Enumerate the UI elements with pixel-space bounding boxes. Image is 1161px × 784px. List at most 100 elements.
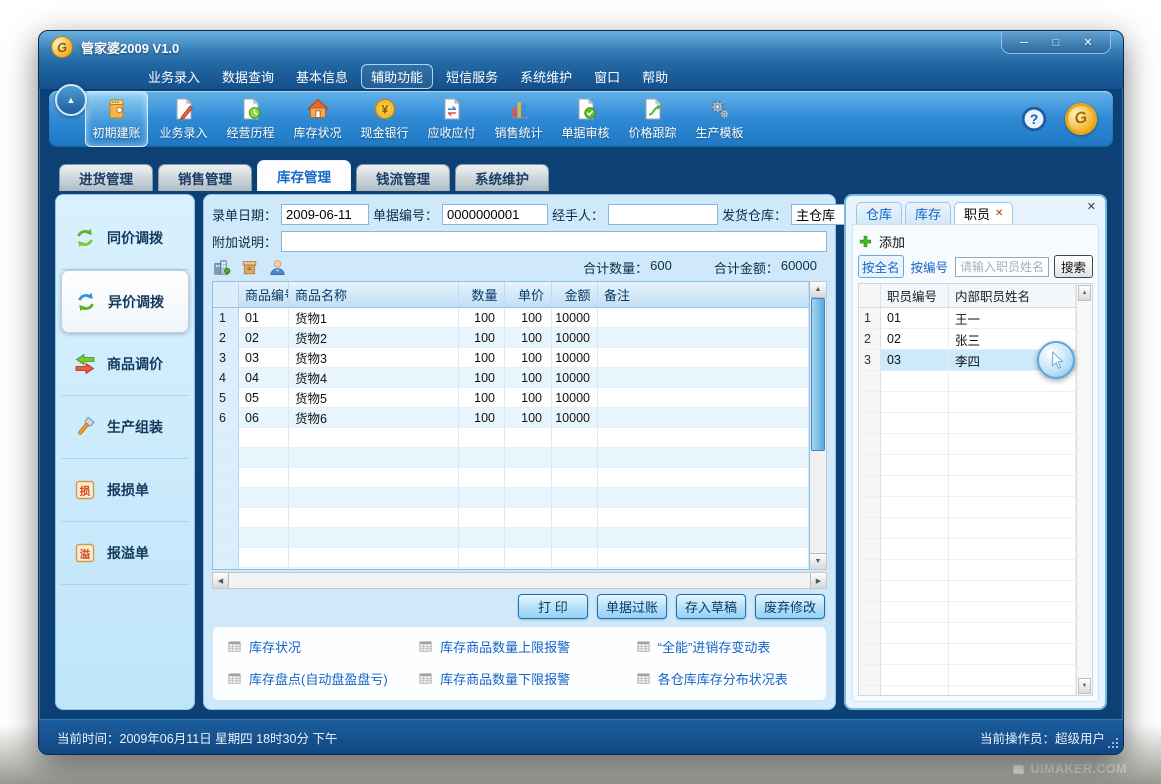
menu-item-7[interactable]: 帮助	[633, 65, 677, 88]
scroll-left-button[interactable]: ◀	[213, 573, 229, 588]
scroll-right-button[interactable]: ▶	[810, 573, 826, 588]
tab-close-icon[interactable]: ✕	[995, 208, 1003, 219]
add-row[interactable]: 添加	[858, 229, 1093, 253]
scroll-thumb[interactable]	[811, 298, 825, 451]
table-row-empty[interactable]	[213, 568, 809, 569]
staff-row-empty[interactable]	[859, 560, 1076, 581]
report-link-2[interactable]: “全能”进销存变动表	[636, 637, 812, 656]
table-row-empty[interactable]	[213, 448, 809, 468]
items-vertical-scrollbar[interactable]: ▲ ▼	[810, 281, 827, 570]
toolbar-button-3[interactable]: 库存状况	[286, 91, 349, 147]
toolbar-button-1[interactable]: 业务录入	[152, 91, 215, 147]
toolbar-button-7[interactable]: 单据审核	[554, 91, 617, 147]
panel-close-icon[interactable]: ✕	[1087, 200, 1096, 213]
scroll-track[interactable]	[810, 298, 826, 553]
note-input[interactable]	[281, 231, 827, 252]
module-tab-3[interactable]: 钱流管理	[356, 164, 450, 191]
table-row[interactable]: 101货物110010010000	[213, 308, 809, 328]
save-draft-button[interactable]: 存入草稿	[676, 594, 746, 619]
staff-row-empty[interactable]	[859, 665, 1076, 686]
toolbar-button-4[interactable]: 现金银行	[353, 91, 416, 147]
voucher-no-input[interactable]	[442, 204, 548, 225]
collapse-toolbar-button[interactable]: ▲	[55, 84, 87, 116]
staff-row-empty[interactable]	[859, 497, 1076, 518]
lookup-tab-1[interactable]: 库存	[905, 202, 951, 224]
table-row-empty[interactable]	[213, 488, 809, 508]
menu-item-4[interactable]: 短信服务	[437, 65, 507, 88]
menu-item-6[interactable]: 窗口	[585, 65, 629, 88]
menu-item-0[interactable]: 业务录入	[139, 65, 209, 88]
scroll-down-button[interactable]: ▼	[810, 553, 826, 569]
staff-row-empty[interactable]	[859, 476, 1076, 497]
close-button[interactable]: ✕	[1078, 36, 1098, 49]
date-input[interactable]	[281, 204, 369, 225]
warehouse-lookup-icon[interactable]	[212, 258, 231, 277]
report-link-3[interactable]: 库存盘点(自动盘盈盘亏)	[227, 669, 412, 688]
toolbar-button-2[interactable]: 经营历程	[219, 91, 282, 147]
scroll-up-button[interactable]: ▲	[810, 282, 826, 298]
staff-row-empty[interactable]	[859, 644, 1076, 665]
report-link-4[interactable]: 库存商品数量下限报警	[418, 669, 630, 688]
table-row-empty[interactable]	[213, 528, 809, 548]
filter-by-code[interactable]: 按编号	[909, 256, 951, 277]
table-row[interactable]: 404货物410010010000	[213, 368, 809, 388]
sidebar-item-0[interactable]: 同价调拨	[61, 207, 189, 270]
maximize-button[interactable]: □	[1046, 37, 1066, 49]
print-button[interactable]: 打 印	[518, 594, 588, 619]
toolbar-button-6[interactable]: 销售统计	[487, 91, 550, 147]
toolbar-button-9[interactable]: 生产模板	[688, 91, 751, 147]
staff-row[interactable]: 101王一	[859, 308, 1076, 329]
module-tab-0[interactable]: 进货管理	[59, 164, 153, 191]
toolbar-button-8[interactable]: 价格跟踪	[621, 91, 684, 147]
staff-row-empty[interactable]	[859, 434, 1076, 455]
filter-by-name[interactable]: 按全名	[858, 255, 904, 278]
report-link-1[interactable]: 库存商品数量上限报警	[418, 637, 630, 656]
table-row[interactable]: 606货物610010010000	[213, 408, 809, 428]
staff-row-empty[interactable]	[859, 392, 1076, 413]
sidebar-item-5[interactable]: 报溢单	[61, 522, 189, 585]
menu-item-3[interactable]: 辅助功能	[361, 64, 433, 89]
table-row[interactable]: 202货物210010010000	[213, 328, 809, 348]
staff-row-empty[interactable]	[859, 602, 1076, 623]
sidebar-item-4[interactable]: 报损单	[61, 459, 189, 522]
staff-row-empty[interactable]	[859, 413, 1076, 434]
staff-row-empty[interactable]	[859, 623, 1076, 644]
toolbar-button-5[interactable]: 应收应付	[420, 91, 483, 147]
sidebar-item-2[interactable]: 商品调价	[61, 333, 189, 396]
discard-changes-button[interactable]: 废弃修改	[755, 594, 825, 619]
items-horizontal-scrollbar[interactable]: ◀ ▶	[212, 572, 827, 589]
help-icon[interactable]	[1021, 106, 1047, 132]
staff-lookup-icon[interactable]	[268, 258, 287, 277]
table-row[interactable]: 303货物310010010000	[213, 348, 809, 368]
table-row[interactable]: 505货物510010010000	[213, 388, 809, 408]
post-voucher-button[interactable]: 单据过账	[597, 594, 667, 619]
staff-row-empty[interactable]	[859, 455, 1076, 476]
search-button[interactable]: 搜索	[1054, 255, 1093, 278]
staff-row-empty[interactable]	[859, 539, 1076, 560]
staff-row-empty[interactable]	[859, 518, 1076, 539]
lookup-tab-2[interactable]: 职员✕	[954, 202, 1013, 224]
staff-scroll-down-button[interactable]: ▼	[1078, 678, 1091, 694]
lookup-tab-0[interactable]: 仓库	[856, 202, 902, 224]
table-row-empty[interactable]	[213, 508, 809, 528]
staff-row-empty[interactable]	[859, 686, 1076, 695]
minimize-button[interactable]: ─	[1014, 37, 1034, 49]
stock-lookup-icon[interactable]	[240, 258, 259, 277]
staff-row-empty[interactable]	[859, 581, 1076, 602]
toolbar-button-0[interactable]: 初期建账	[85, 91, 148, 147]
menu-item-5[interactable]: 系统维护	[511, 65, 581, 88]
table-row-empty[interactable]	[213, 468, 809, 488]
report-link-0[interactable]: 库存状况	[227, 637, 412, 656]
staff-scroll-up-button[interactable]: ▲	[1078, 285, 1091, 301]
sidebar-item-1[interactable]: 异价调拨	[61, 270, 189, 333]
staff-scroll-track[interactable]	[1077, 302, 1092, 677]
handler-input[interactable]	[608, 204, 718, 225]
staff-search-input[interactable]	[955, 257, 1049, 277]
module-tab-2[interactable]: 库存管理	[257, 160, 351, 191]
menu-item-2[interactable]: 基本信息	[287, 65, 357, 88]
menu-item-1[interactable]: 数据查询	[213, 65, 283, 88]
module-tab-4[interactable]: 系统维护	[455, 164, 549, 191]
table-row-empty[interactable]	[213, 428, 809, 448]
report-link-5[interactable]: 各仓库库存分布状况表	[636, 669, 812, 688]
table-row-empty[interactable]	[213, 548, 809, 568]
